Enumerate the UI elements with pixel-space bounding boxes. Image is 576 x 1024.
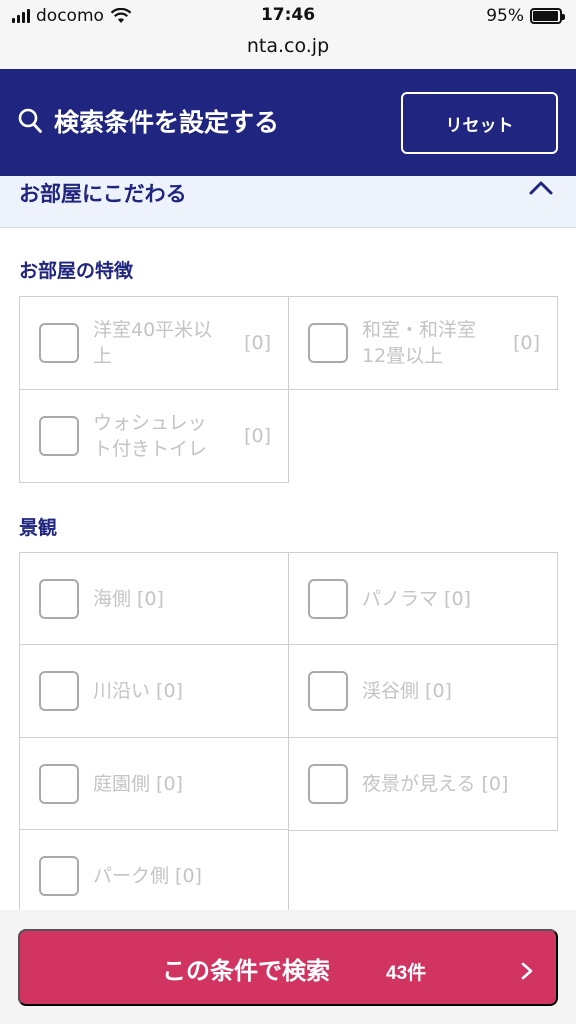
- page-title: 検索条件を設定する: [54, 108, 280, 137]
- checkbox[interactable]: [39, 764, 79, 804]
- chevron-up-icon[interactable]: [528, 178, 554, 200]
- checkbox[interactable]: [308, 764, 348, 804]
- group-label-room-features: お部屋の特徴: [19, 260, 134, 282]
- battery-level: [533, 11, 558, 21]
- option-label: 川沿い [0]: [93, 680, 183, 702]
- search-button-label: この条件で検索: [162, 958, 330, 985]
- reset-button[interactable]: リセット: [401, 92, 558, 154]
- search-icon: [18, 108, 42, 133]
- checkbox[interactable]: [39, 323, 79, 363]
- checkbox[interactable]: [39, 856, 79, 896]
- checkbox-option-ocean-side[interactable]: 海側 [0]: [19, 552, 289, 646]
- option-label: 夜景が見える [0]: [362, 773, 509, 795]
- checkbox-option-riverside[interactable]: 川沿い [0]: [19, 644, 289, 738]
- url-text: nta.co.jp: [246, 35, 330, 57]
- option-count: [0]: [244, 425, 271, 447]
- option-label: 海側 [0]: [93, 588, 164, 610]
- battery-icon: [530, 8, 565, 24]
- chevron-right-icon: [521, 962, 533, 980]
- option-label: ウォシュレッ ト付きトイレ: [93, 412, 208, 460]
- reset-button-label: リセット: [445, 115, 514, 135]
- status-right: 95%: [486, 6, 565, 26]
- option-label: 洋室40平米以 上: [93, 319, 213, 367]
- checkbox-option-western-room-40sqm[interactable]: 洋室40平米以 上 [0]: [19, 296, 289, 390]
- checkbox-option-park-side[interactable]: パーク側 [0]: [19, 829, 289, 923]
- battery-percent: 95%: [486, 6, 524, 26]
- result-count: 43件: [386, 963, 427, 984]
- checkbox-option-garden-side[interactable]: 庭園側 [0]: [19, 737, 289, 831]
- group-label-scenery: 景観: [19, 517, 58, 539]
- option-count: [0]: [513, 332, 540, 354]
- option-count: [0]: [244, 332, 271, 354]
- checkbox-option-night-view[interactable]: 夜景が見える [0]: [288, 737, 558, 831]
- checkbox[interactable]: [39, 579, 79, 619]
- checkbox[interactable]: [308, 579, 348, 619]
- checkbox-option-japanese-room-12-tatami[interactable]: 和室・和洋室 12畳以上 [0]: [288, 296, 558, 390]
- checkbox[interactable]: [308, 323, 348, 363]
- option-label: 渓谷側 [0]: [362, 680, 452, 702]
- checkbox[interactable]: [39, 671, 79, 711]
- status-bar: docomo 17:46 95%: [0, 0, 576, 32]
- checkbox-option-panorama[interactable]: パノラマ [0]: [288, 552, 558, 646]
- section-title: お部屋にこだわる: [19, 182, 187, 206]
- option-label: 庭園側 [0]: [93, 773, 183, 795]
- section-header-room-preferences[interactable]: お部屋にこだわる: [0, 176, 576, 228]
- search-with-conditions-button[interactable]: この条件で検索 43件: [18, 929, 558, 1006]
- option-label: 和室・和洋室 12畳以上: [362, 319, 477, 367]
- checkbox[interactable]: [308, 671, 348, 711]
- checkbox-option-washlet-toilet[interactable]: ウォシュレッ ト付きトイレ [0]: [19, 389, 289, 483]
- option-label: パーク側 [0]: [93, 865, 202, 887]
- checkbox[interactable]: [39, 416, 79, 456]
- option-label: パノラマ [0]: [362, 588, 471, 610]
- url-bar[interactable]: nta.co.jp: [0, 32, 576, 69]
- checkbox-option-valley-side[interactable]: 渓谷側 [0]: [288, 644, 558, 738]
- search-header: 検索条件を設定する リセット: [0, 69, 576, 176]
